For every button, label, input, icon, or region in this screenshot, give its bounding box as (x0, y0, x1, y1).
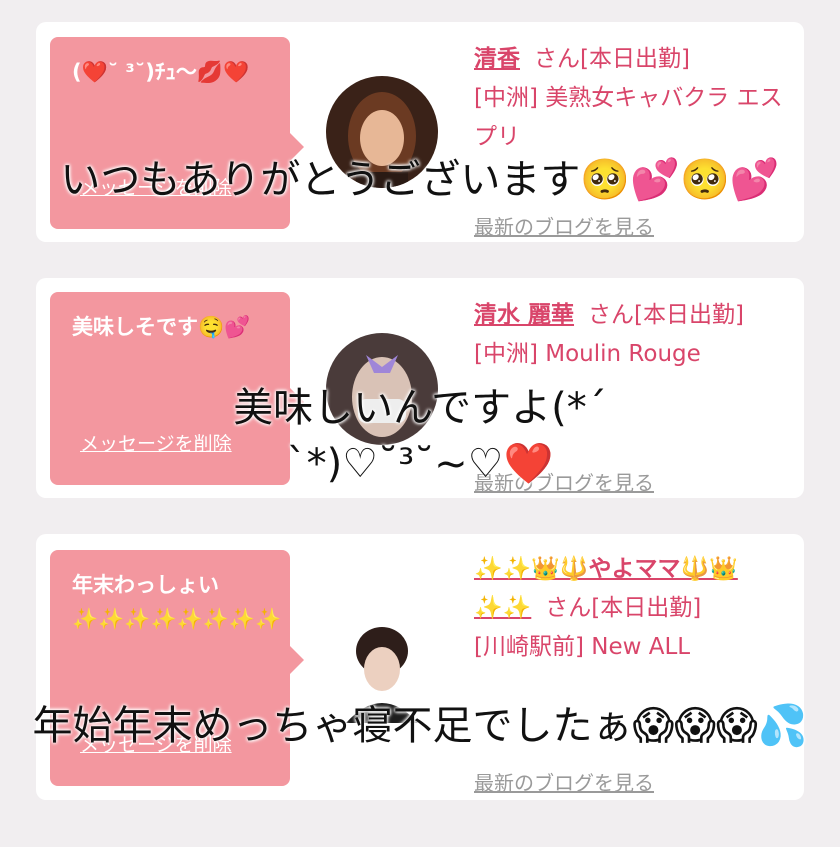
host-status: さん[本日出勤] (534, 46, 690, 72)
host-status: さん[本日出勤] (588, 302, 744, 328)
message-card: (❤️˘ ³˘)ﾁｭ〜💋❤️ メッセージを削除 清香 さん[本日出勤] [中洲] … (36, 22, 804, 242)
message-text: (❤️˘ ³˘)ﾁｭ〜💋❤️ (72, 60, 250, 84)
overlay-caption: 美味しいんですよ(*ˊ ˋ*)♡˘³˘~♡❤️ (233, 385, 607, 487)
host-info: ✨✨👑🔱やよママ🔱👑✨✨ さん[本日出勤] [川崎駅前] New ALL 最新のブ… (474, 550, 784, 795)
host-info: 清水 麗華 さん[本日出勤] [中洲] Moulin Rouge 最新のブログを見… (474, 296, 784, 495)
latest-blog-link[interactable]: 最新のブログを見る (474, 764, 654, 803)
host-name-link[interactable]: 清水 麗華 (474, 302, 574, 328)
shop-name: [中洲] 美熟女キャバクラ エスプリ (474, 85, 783, 150)
host-status: さん[本日出勤] (545, 595, 702, 621)
host-name-link[interactable]: 清香 (474, 46, 520, 72)
overlay-caption: 年始年末めっちゃ寝不足でしたぁ😱😱😱💦 (32, 703, 808, 749)
host-info: 清香 さん[本日出勤] [中洲] 美熟女キャバクラ エスプリ 最新のブログを見る (474, 40, 784, 239)
message-card: 年末わっしょい✨✨✨✨✨✨✨✨ メッセージを削除 ✨✨👑🔱やよママ🔱👑✨✨ さん[… (36, 534, 804, 800)
message-text: 美味しそです🤤💕 (72, 315, 251, 339)
shop-name: [川崎駅前] New ALL (474, 634, 691, 660)
latest-blog-link[interactable]: 最新のブログを見る (474, 208, 654, 247)
message-text: 年末わっしょい✨✨✨✨✨✨✨✨ (72, 573, 282, 631)
shop-name: [中洲] Moulin Rouge (474, 341, 701, 367)
overlay-caption: いつもありがとうございます🥺💕🥺💕 (60, 157, 780, 203)
